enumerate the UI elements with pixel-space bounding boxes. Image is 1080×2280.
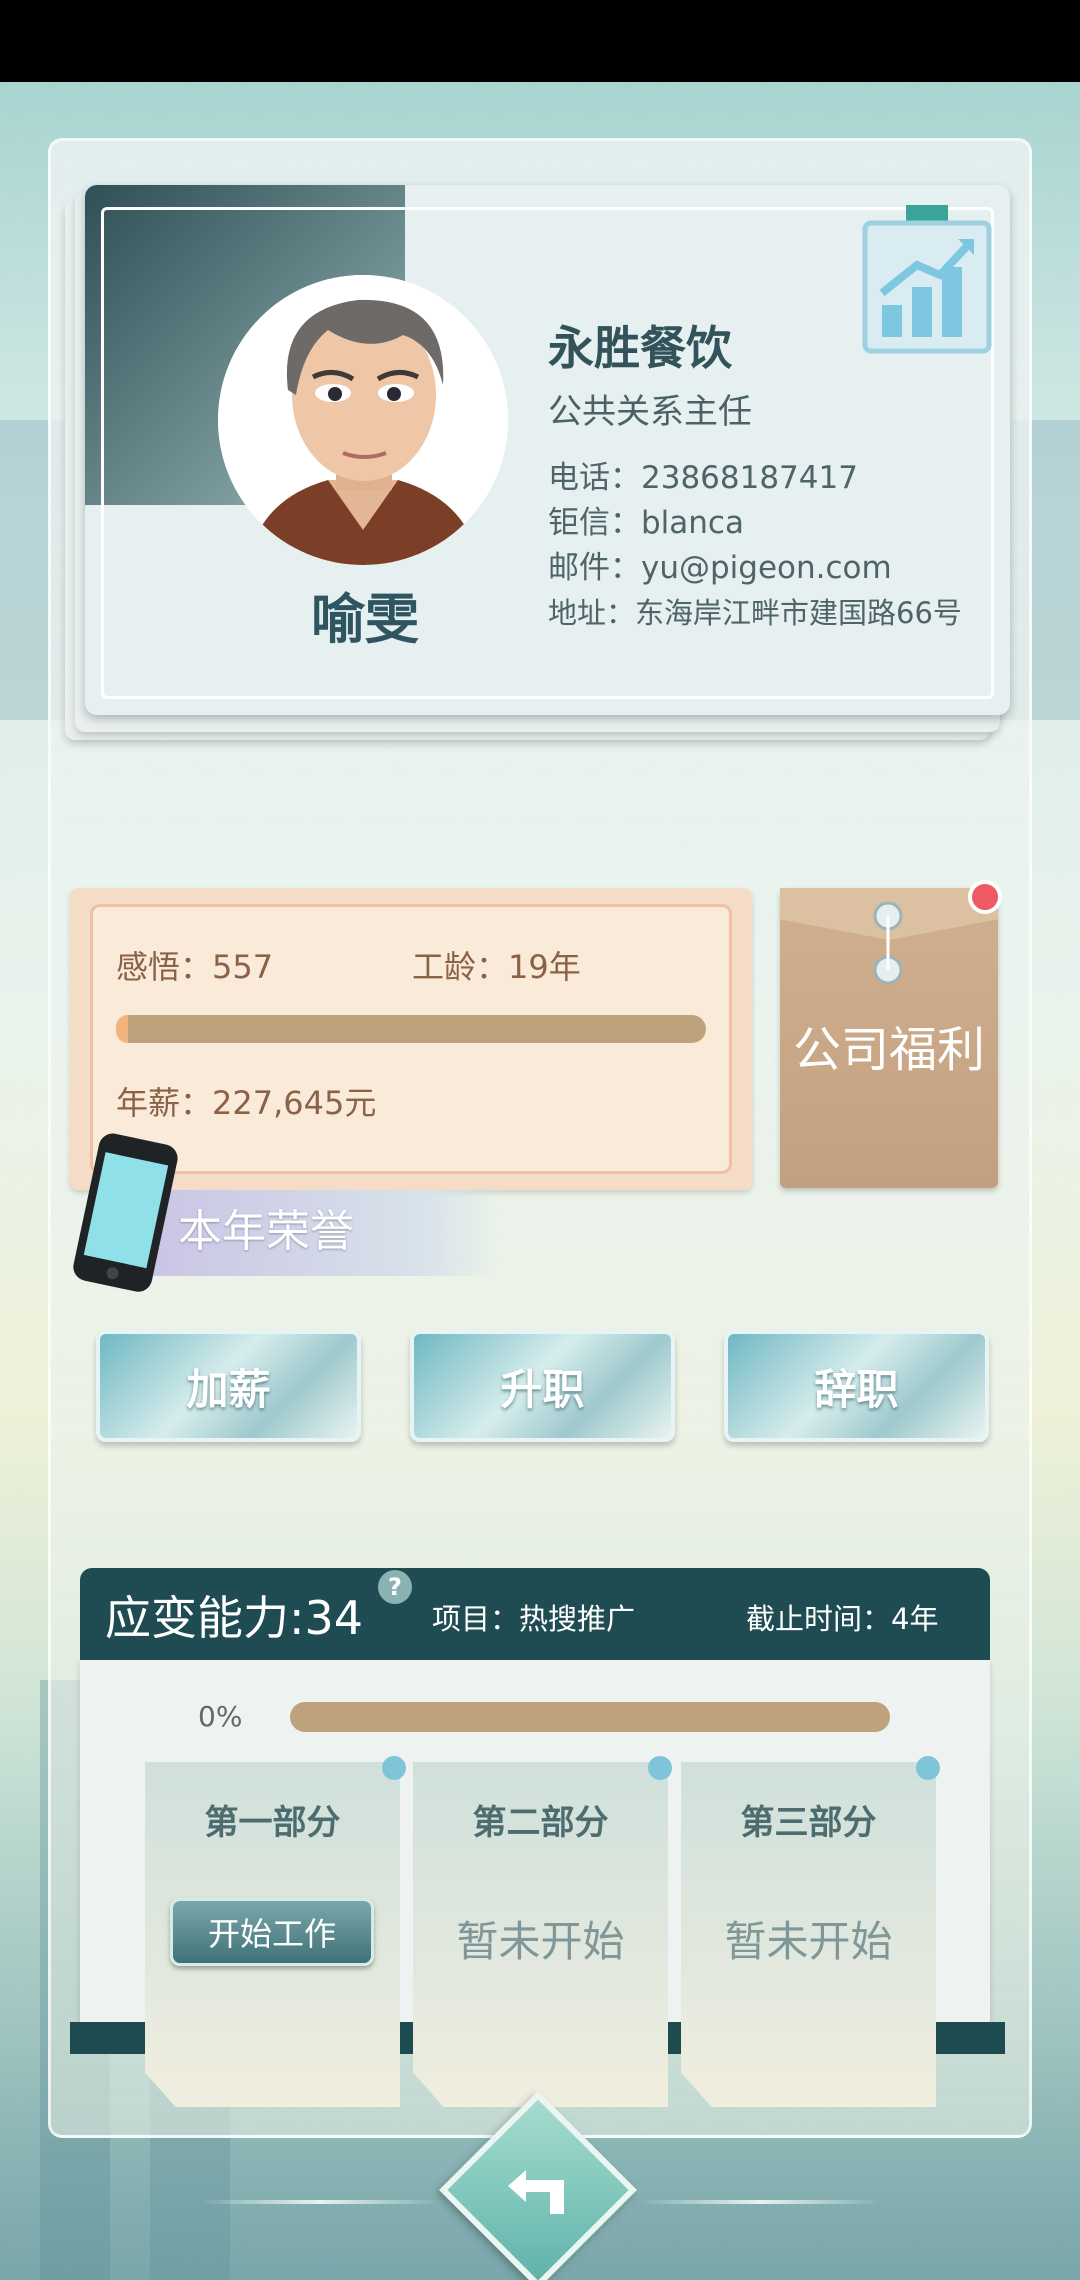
address-info: 地址：东海岸江畔市建国路66号 (548, 596, 962, 630)
email-info: 邮件：yu@pigeon.com (548, 550, 892, 586)
status-bar (0, 0, 1080, 82)
phone-icon (70, 1130, 185, 1300)
avatar (218, 275, 508, 565)
insight-stat: 感悟：557 (116, 948, 274, 986)
work-part-3-title: 第三部分 (740, 1803, 877, 1843)
promotion-button[interactable]: 升职 (410, 1330, 675, 1442)
salary-stat: 年薪：227,645元 (116, 1084, 377, 1122)
envelope-string-icon (873, 901, 903, 985)
decorative-line-right (640, 2200, 880, 2204)
annual-honor-label[interactable]: 本年荣誉 (178, 1195, 354, 1259)
work-part-3-status: 暂未开始 (724, 1917, 893, 1966)
project-progress-label: 0% (198, 1700, 243, 1733)
project-name: 项目：热搜推广 (432, 1602, 636, 1636)
pin-icon (648, 1756, 672, 1780)
avatar-portrait (218, 275, 508, 565)
insight-progress-bar (116, 1015, 706, 1043)
pin-icon (916, 1756, 940, 1780)
project-deadline: 截止时间：4年 (746, 1602, 939, 1636)
employee-name: 喻雯 (311, 588, 419, 651)
company-welfare-label: 公司福利 (792, 1022, 985, 1078)
work-part-1-title: 第一部分 (204, 1803, 341, 1843)
return-arrow-icon[interactable] (488, 2140, 588, 2240)
notification-dot (968, 880, 1002, 914)
phone-info: 电话：23868187417 (548, 460, 858, 496)
raise-salary-button[interactable]: 加薪 (96, 1330, 361, 1442)
company-welfare-envelope[interactable]: 公司福利 (780, 888, 998, 1188)
growth-chart-icon[interactable] (862, 205, 992, 355)
start-work-button[interactable]: 开始工作 (170, 1898, 374, 1966)
project-progress-bar (290, 1702, 890, 1732)
work-part-2-status: 暂未开始 (456, 1917, 625, 1966)
job-title: 公共关系主任 (548, 392, 752, 432)
question-icon[interactable]: ? (378, 1570, 412, 1604)
company-name: 永胜餐饮 (548, 321, 732, 375)
pin-icon (382, 1756, 406, 1780)
work-part-2-title: 第二部分 (472, 1803, 609, 1843)
seniority-stat: 工龄：19年 (412, 948, 581, 986)
resign-button[interactable]: 辞职 (724, 1330, 989, 1442)
decorative-line-left (200, 2200, 440, 2204)
adaptability-stat: 应变能力:34 (105, 1591, 364, 1645)
chat-info: 钜信：blanca (548, 505, 744, 541)
